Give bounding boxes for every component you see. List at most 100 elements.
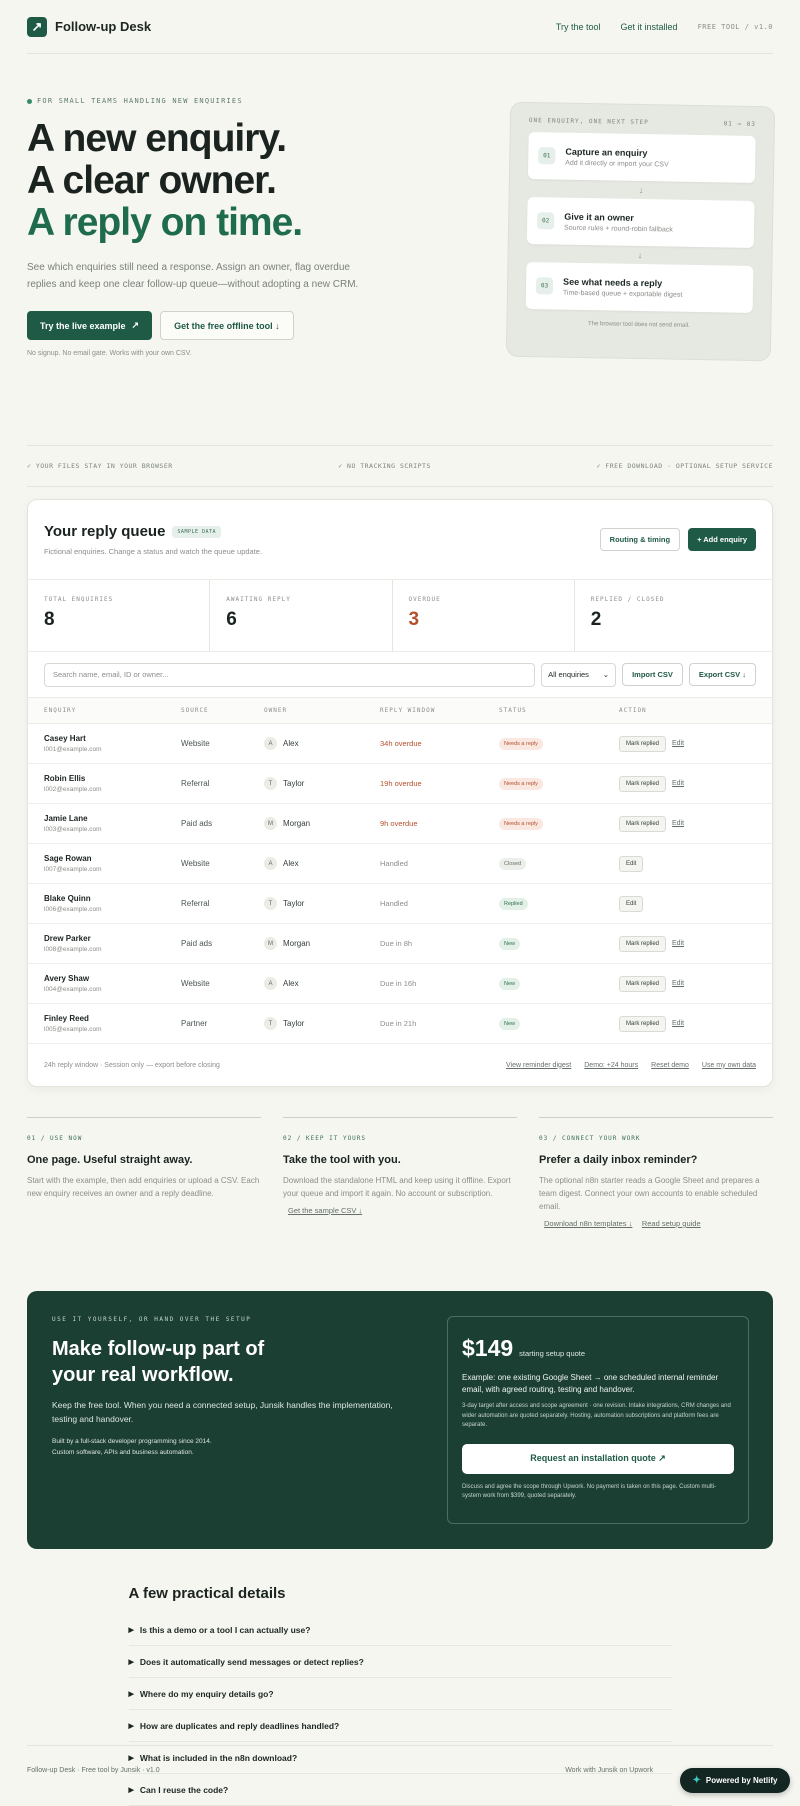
avatar: T bbox=[264, 1017, 277, 1030]
price-footnote: Discuss and agree the scope through Upwo… bbox=[462, 1483, 717, 1500]
edit-link[interactable]: Edit bbox=[672, 1020, 684, 1027]
row-action-button[interactable]: Edit bbox=[619, 855, 644, 872]
upwork-link[interactable]: Work with Junsik on Upwork bbox=[565, 1767, 653, 1774]
request-quote-button[interactable]: Request an installation quote ↗ bbox=[462, 1443, 734, 1474]
n8n-templates-link[interactable]: Download n8n templates ↓ bbox=[544, 1219, 632, 1228]
col-owner[interactable]: OWNER bbox=[264, 707, 380, 714]
edit-link[interactable]: Edit bbox=[672, 820, 684, 827]
owner-name: Taylor bbox=[283, 779, 305, 788]
view-digest-link[interactable]: View reminder digest bbox=[506, 1062, 571, 1069]
stat-value: 3 bbox=[408, 609, 420, 630]
row-action-button[interactable]: Mark replied bbox=[619, 815, 667, 832]
owner-name: Alex bbox=[283, 739, 299, 748]
reset-demo-link[interactable]: Reset demo bbox=[651, 1062, 689, 1069]
status-badge[interactable]: Needs a reply bbox=[499, 737, 543, 750]
step-title: See what needs a reply bbox=[563, 276, 663, 288]
table-row[interactable]: Casey Hart l001@example.com Website A Alex 34… bbox=[28, 724, 772, 764]
queue-header: Your reply queue SAMPLE DATA Fictional e… bbox=[28, 500, 772, 580]
green-dot-icon bbox=[27, 98, 32, 104]
steps-header: ONE ENQUIRY, ONE NEXT STEP 01 → 03 bbox=[529, 117, 756, 128]
enquiry-name: Sage Rowan bbox=[44, 854, 92, 863]
row-action-button[interactable]: Mark replied bbox=[619, 935, 667, 952]
add-enquiry-button[interactable]: + Add enquiry bbox=[688, 528, 756, 551]
get-offline-tool-button[interactable]: Get the free offline tool ↓ bbox=[160, 311, 294, 340]
status-badge[interactable]: Needs a reply bbox=[499, 777, 543, 790]
status-badge[interactable]: New bbox=[499, 977, 521, 990]
table-row[interactable]: Finley Reed l005@example.com Partner T Taylo… bbox=[28, 1004, 772, 1044]
cta-credential-line: Custom software, APIs and business autom… bbox=[52, 1449, 194, 1456]
brand[interactable]: ↗ Follow-up Desk bbox=[27, 16, 151, 37]
routing-timing-button[interactable]: Routing & timing bbox=[599, 528, 681, 551]
export-csv-button[interactable]: Export CSV ↓ bbox=[688, 663, 756, 686]
row-action-button[interactable]: Mark replied bbox=[619, 735, 667, 752]
stat-overdue: OVERDUE 3 bbox=[391, 580, 574, 651]
edit-link[interactable]: Edit bbox=[672, 740, 684, 747]
import-csv-button[interactable]: Import CSV bbox=[622, 663, 683, 686]
row-action-button[interactable]: Edit bbox=[619, 895, 644, 912]
col-enquiry[interactable]: ENQUIRY bbox=[44, 707, 181, 714]
status-cell: Needs a reply bbox=[499, 817, 619, 830]
trust-item-tracking: ✓ NO TRACKING SCRIPTS bbox=[338, 462, 431, 470]
edit-link[interactable]: Edit bbox=[672, 940, 684, 947]
footer-credit: Follow-up Desk · Free tool by Junsik · v… bbox=[27, 1767, 160, 1774]
status-filter-select[interactable]: All enquiries ⌄ bbox=[541, 662, 617, 687]
triangle-right-icon: ▶ bbox=[128, 1722, 134, 1730]
setup-guide-link[interactable]: Read setup guide bbox=[642, 1219, 701, 1228]
status-badge[interactable]: Closed bbox=[499, 857, 527, 870]
cta-eyebrow: USE IT YOURSELF, OR HAND OVER THE SETUP bbox=[52, 1316, 252, 1323]
status-cell: Closed bbox=[499, 857, 619, 870]
try-live-example-button[interactable]: Try the live example ↗ bbox=[27, 311, 153, 340]
stat-label: AWAITING REPLY bbox=[226, 596, 291, 603]
nav-get-installed[interactable]: Get it installed bbox=[621, 22, 678, 32]
faq-item[interactable]: ▶ Where do my enquiry details go? bbox=[128, 1678, 672, 1710]
status-cell: Needs a reply bbox=[499, 737, 619, 750]
enquiry-cell: Sage Rowan l007@example.com bbox=[44, 854, 181, 873]
table-row[interactable]: Sage Rowan l007@example.com Website A Alex Ha… bbox=[28, 844, 772, 884]
netlify-icon: ✦ bbox=[692, 1775, 701, 1786]
status-badge[interactable]: Replied bbox=[499, 897, 528, 910]
action-cell: Mark replied Edit bbox=[619, 775, 756, 792]
action-cell: Edit bbox=[619, 895, 756, 912]
footer: Follow-up Desk · Free tool by Junsik · v… bbox=[27, 1745, 773, 1795]
netlify-badge[interactable]: ✦ Powered by Netlify bbox=[680, 1768, 790, 1793]
table-row[interactable]: Avery Shaw l004@example.com Website A Alex Du… bbox=[28, 964, 772, 1004]
steps-footnote: The browser tool does not send email. bbox=[587, 321, 690, 329]
row-action-button[interactable]: Mark replied bbox=[619, 975, 667, 992]
source-cell: Website bbox=[181, 979, 210, 988]
status-filter-value: All enquiries bbox=[548, 670, 589, 679]
row-action-button[interactable]: Mark replied bbox=[619, 775, 667, 792]
netlify-label: Powered by Netlify bbox=[705, 1776, 778, 1785]
enquiry-cell: Casey Hart l001@example.com bbox=[44, 734, 181, 753]
row-action-button[interactable]: Mark replied bbox=[619, 1015, 667, 1032]
trust-item-download: ✓ FREE DOWNLOAD · OPTIONAL SETUP SERVICE bbox=[596, 462, 773, 470]
nav-try-tool[interactable]: Try the tool bbox=[556, 22, 601, 32]
table-row[interactable]: Blake Quinn l006@example.com Referral T Tayl… bbox=[28, 884, 772, 924]
demo-plus-24h-link[interactable]: Demo: +24 hours bbox=[584, 1062, 638, 1069]
table-row[interactable]: Robin Ellis l002@example.com Referral T Tayl… bbox=[28, 764, 772, 804]
status-badge[interactable]: Needs a reply bbox=[499, 817, 543, 830]
col-reply-window[interactable]: REPLY WINDOW bbox=[380, 707, 499, 714]
reply-window-cell: Due in 21h bbox=[380, 1019, 417, 1028]
faq-item[interactable]: ▶ How are duplicates and reply deadlines … bbox=[128, 1710, 672, 1742]
stat-value: 8 bbox=[44, 609, 55, 630]
table-row[interactable]: Drew Parker l008@example.com Paid ads M Morg… bbox=[28, 924, 772, 964]
status-badge[interactable]: New bbox=[499, 937, 521, 950]
sample-csv-link[interactable]: Get the sample CSV ↓ bbox=[288, 1206, 362, 1215]
search-input[interactable]: Search name, email, ID or owner... bbox=[44, 662, 536, 687]
col-status[interactable]: STATUS bbox=[499, 707, 619, 714]
owner-name: Taylor bbox=[283, 899, 305, 908]
enquiry-email: l004@example.com bbox=[44, 986, 102, 993]
edit-link[interactable]: Edit bbox=[672, 780, 684, 787]
status-badge[interactable]: New bbox=[499, 1017, 521, 1030]
faq-item[interactable]: ▶ Is this a demo or a tool I can actually… bbox=[128, 1614, 672, 1646]
col-source[interactable]: SOURCE bbox=[181, 707, 264, 714]
use-own-data-link[interactable]: Use my own data bbox=[702, 1062, 756, 1069]
edit-link[interactable]: Edit bbox=[672, 980, 684, 987]
table-row[interactable]: Jamie Lane l003@example.com Paid ads M Morga… bbox=[28, 804, 772, 844]
cta-credential-line: Built by a full-stack developer programm… bbox=[52, 1438, 212, 1445]
faq-item[interactable]: ▶ Does it automatically send messages or … bbox=[128, 1646, 672, 1678]
enquiry-name: Jamie Lane bbox=[44, 814, 88, 823]
steps-range: 01 → 03 bbox=[723, 120, 756, 128]
source-cell: Referral bbox=[181, 779, 210, 788]
avatar: M bbox=[264, 937, 277, 950]
